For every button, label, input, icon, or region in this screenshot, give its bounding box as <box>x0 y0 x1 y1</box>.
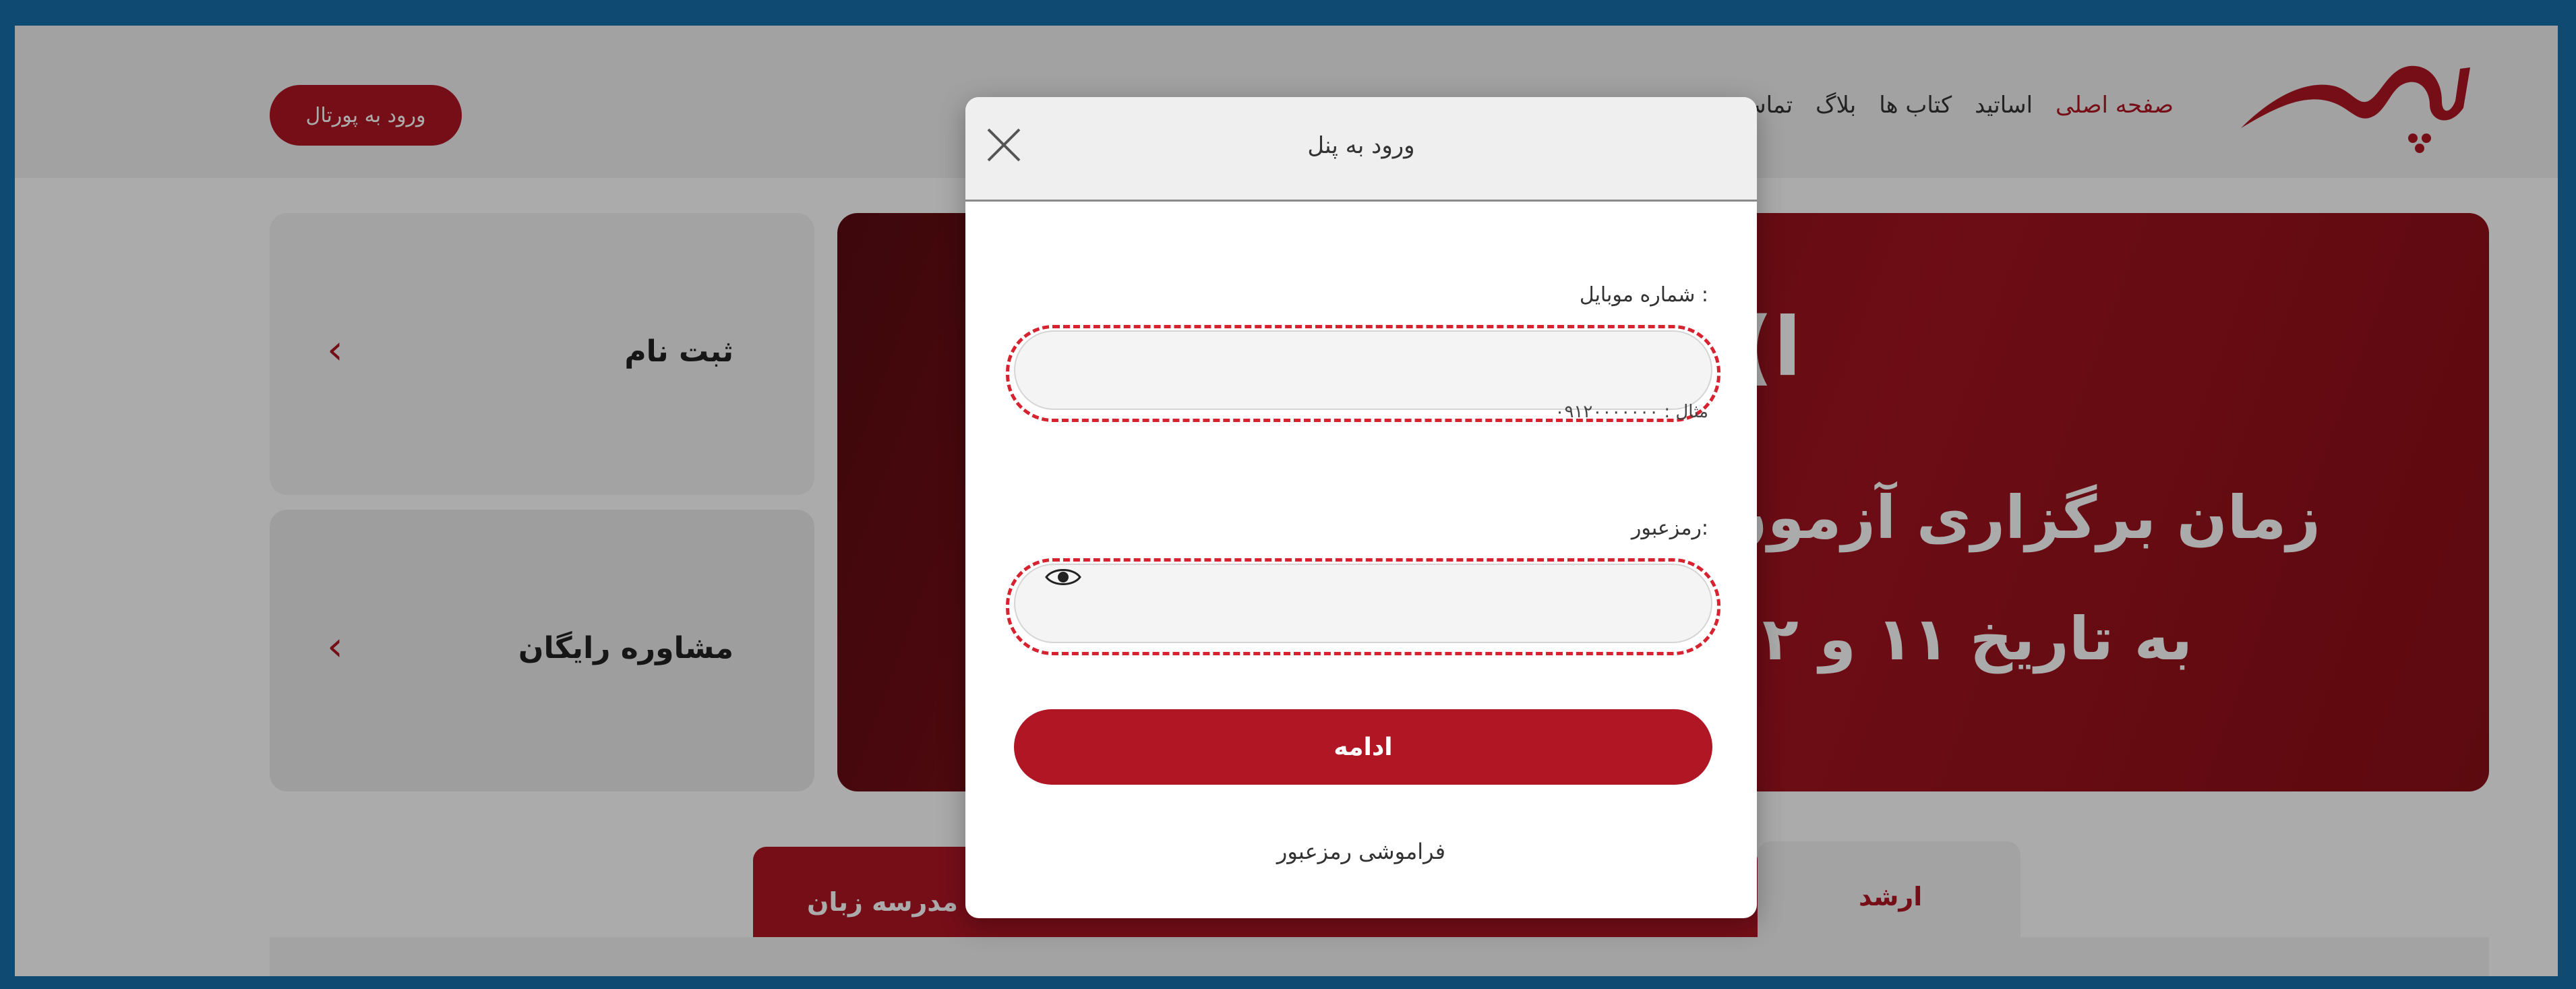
mobile-label: شماره موبایل : <box>1579 283 1708 307</box>
continue-button[interactable]: ادامه <box>1014 709 1712 785</box>
mobile-hint: مثال : ۰۹۱۲۰۰۰۰۰۰۰ <box>1555 402 1709 422</box>
modal-title: ورود به پنل <box>1307 132 1415 159</box>
mobile-input[interactable] <box>1014 330 1712 410</box>
forgot-password-link[interactable]: فراموشی رمزعبور <box>965 839 1757 864</box>
modal-header: ورود به پنل <box>965 97 1757 202</box>
browser-viewport: ورود به پورتال صفحه اصلی اساتید کتاب ها … <box>15 26 2558 976</box>
password-label: رمزعبور: <box>1631 516 1708 540</box>
password-input[interactable] <box>1014 564 1712 643</box>
login-modal: ورود به پنل شماره موبایل : مثال : ۰۹۱۲۰۰… <box>965 97 1757 918</box>
eye-icon[interactable] <box>1045 565 1081 589</box>
